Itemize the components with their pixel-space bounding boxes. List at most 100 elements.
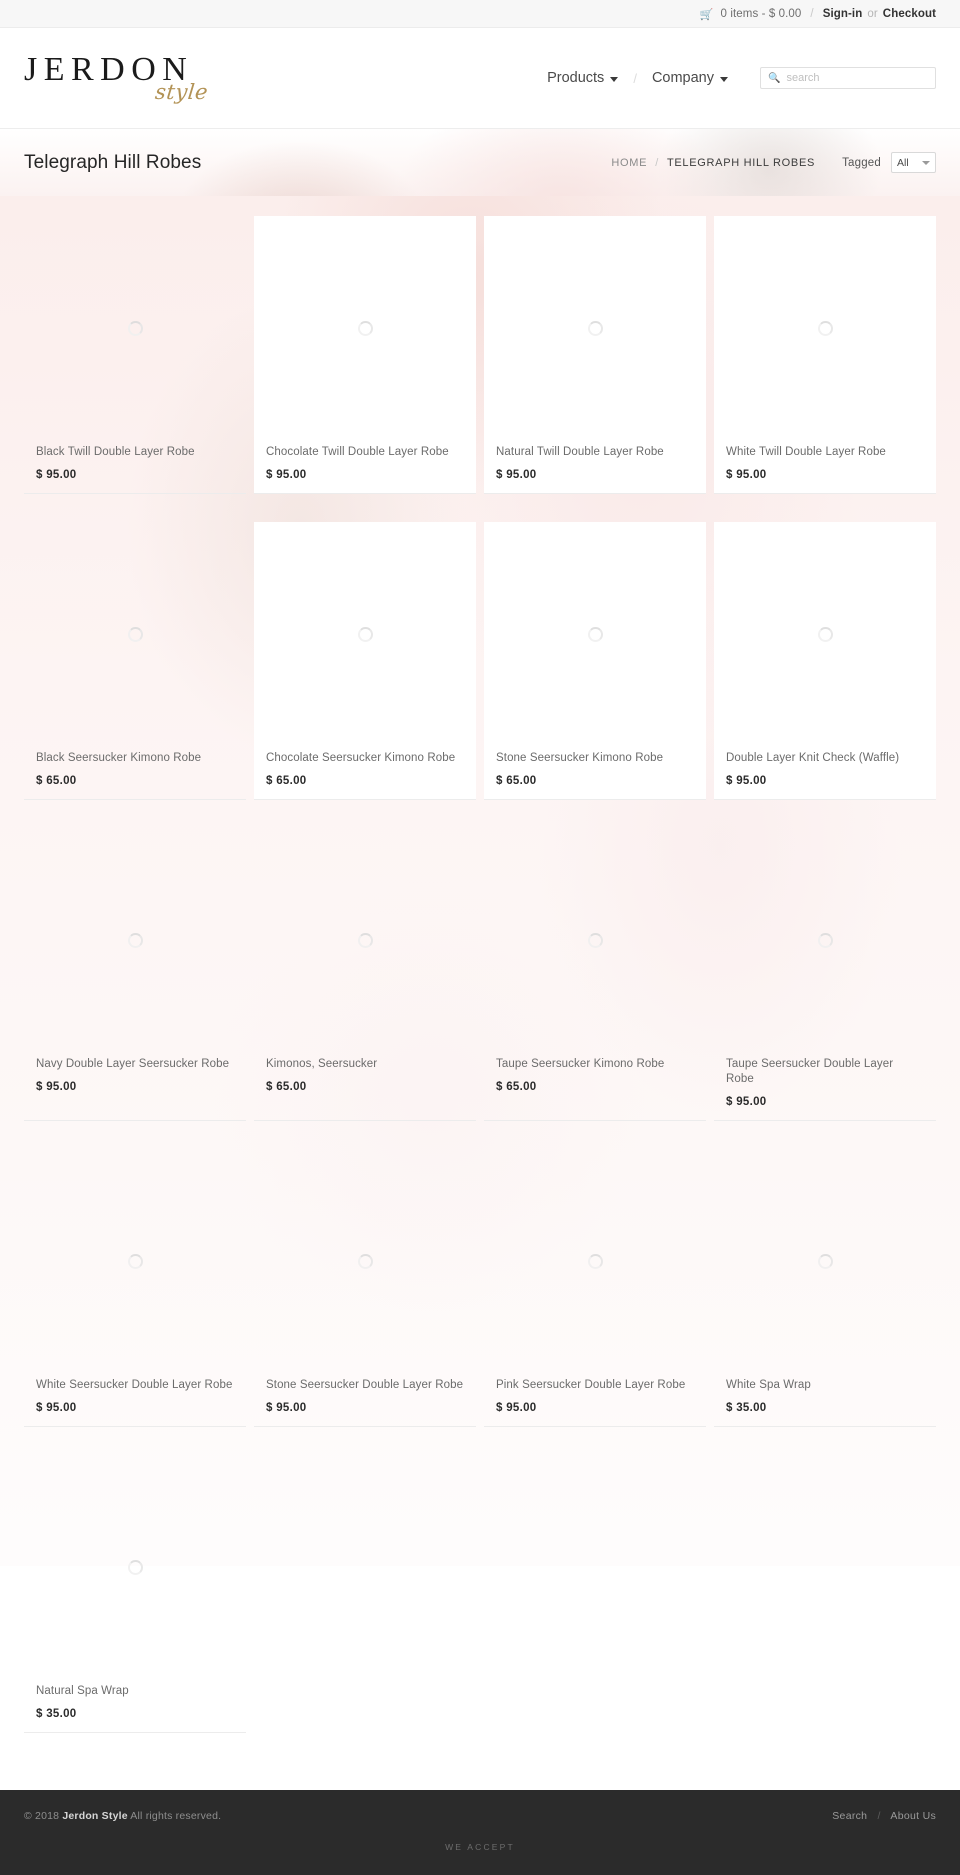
product-card[interactable]: Stone Seersucker Kimono Robe $ 65.00 xyxy=(484,521,706,800)
topbar-separator: / xyxy=(810,7,814,20)
breadcrumb-item-current: TELEGRAPH HILL ROBES xyxy=(666,156,816,169)
product-price: $ 95.00 xyxy=(496,1401,537,1414)
product-image xyxy=(484,828,706,1053)
page-title: Telegraph Hill Robes xyxy=(24,151,202,173)
product-image xyxy=(714,521,936,747)
product-card[interactable]: Chocolate Seersucker Kimono Robe $ 65.00 xyxy=(254,521,476,800)
product-title: Kimonos, Seersucker xyxy=(266,1057,378,1070)
product-title: White Spa Wrap xyxy=(726,1378,811,1391)
product-card[interactable]: Navy Double Layer Seersucker Robe $ 95.0… xyxy=(24,828,246,1121)
product-card[interactable]: Double Layer Knit Check (Waffle) $ 95.00 xyxy=(714,521,936,800)
product-title: White Seersucker Double Layer Robe xyxy=(36,1378,233,1391)
product-card[interactable]: Stone Seersucker Double Layer Robe $ 95.… xyxy=(254,1149,476,1427)
product-price: $ 35.00 xyxy=(726,1401,767,1414)
loading-spinner-icon xyxy=(817,321,833,336)
product-card[interactable]: Black Twill Double Layer Robe $ 95.00 xyxy=(24,216,246,494)
loading-spinner-icon xyxy=(357,626,373,642)
product-title: Natural Twill Double Layer Robe xyxy=(496,446,664,458)
product-image xyxy=(254,521,476,747)
footer-top-row: © 2018 Jerdon Style All rights reserved.… xyxy=(24,1810,936,1822)
product-price: $ 65.00 xyxy=(266,774,307,787)
product-card[interactable]: Kimonos, Seersucker $ 65.00 xyxy=(254,828,476,1121)
product-title: Black Seersucker Kimono Robe xyxy=(36,751,202,764)
loading-spinner-icon xyxy=(817,626,833,642)
product-image xyxy=(254,1149,476,1374)
site-logo[interactable]: JERDON style xyxy=(24,52,234,104)
product-price: $ 95.00 xyxy=(726,774,767,787)
product-price: $ 65.00 xyxy=(496,774,537,787)
main-navigation: Products / Company 🔍 xyxy=(543,67,936,89)
product-image xyxy=(254,216,476,441)
loading-spinner-icon xyxy=(357,321,373,336)
checkout-link[interactable]: Checkout xyxy=(883,8,936,20)
logo-script-style: style xyxy=(154,79,210,104)
product-card[interactable]: Black Seersucker Kimono Robe $ 65.00 xyxy=(24,522,246,800)
product-card[interactable]: White Seersucker Double Layer Robe $ 95.… xyxy=(24,1149,246,1427)
product-card[interactable]: White Spa Wrap $ 35.00 xyxy=(714,1149,936,1427)
breadcrumb: HOME / TELEGRAPH HILL ROBES xyxy=(611,157,815,169)
product-image xyxy=(714,216,936,441)
product-image xyxy=(24,828,246,1053)
product-card[interactable]: Taupe Seersucker Kimono Robe $ 65.00 xyxy=(484,828,706,1121)
product-image xyxy=(24,1149,246,1374)
product-title: Chocolate Seersucker Kimono Robe xyxy=(266,751,456,764)
product-price: $ 65.00 xyxy=(266,1080,307,1093)
product-card[interactable]: Natural Spa Wrap $ 35.00 xyxy=(24,1455,246,1733)
product-image xyxy=(24,1455,246,1680)
product-price: $ 95.00 xyxy=(36,1401,77,1414)
nav-item-company[interactable]: Company xyxy=(648,70,732,86)
product-title: Natural Spa Wrap xyxy=(36,1684,129,1697)
product-title: Pink Seersucker Double Layer Robe xyxy=(496,1378,686,1391)
search-icon: 🔍 xyxy=(768,72,781,84)
loading-spinner-icon xyxy=(587,1253,603,1269)
product-price: $ 95.00 xyxy=(36,1080,77,1093)
product-card[interactable]: Pink Seersucker Double Layer Robe $ 95.0… xyxy=(484,1149,706,1427)
product-card[interactable]: White Twill Double Layer Robe $ 95.00 xyxy=(714,216,936,494)
breadcrumb-separator: / xyxy=(655,156,659,169)
product-card[interactable]: Natural Twill Double Layer Robe $ 95.00 xyxy=(484,216,706,494)
signin-link[interactable]: Sign-in xyxy=(823,8,863,20)
footer-link-about-us[interactable]: About Us xyxy=(890,1810,936,1822)
copyright-suffix: All rights reserved. xyxy=(127,1810,222,1822)
product-grid: Black Twill Double Layer Robe $ 95.00 Ch… xyxy=(24,216,936,1761)
cart-summary[interactable]: 0 items - $ 0.00 xyxy=(721,8,802,20)
product-image xyxy=(714,828,936,1053)
footer-brand: Jerdon Style xyxy=(62,1810,128,1822)
loading-spinner-icon xyxy=(127,1559,143,1575)
product-title: Double Layer Knit Check (Waffle) xyxy=(726,751,900,764)
nav-separator: / xyxy=(633,70,637,86)
product-image xyxy=(24,216,246,441)
product-image xyxy=(484,216,706,441)
loading-spinner-icon xyxy=(817,1253,833,1269)
loading-spinner-icon xyxy=(127,626,143,642)
tag-filter-select[interactable]: All xyxy=(891,152,936,173)
product-image xyxy=(484,1149,706,1374)
chevron-down-icon xyxy=(720,76,728,82)
utility-bar: 🛒 0 items - $ 0.00 / Sign-in or Checkout xyxy=(0,0,960,28)
nav-item-company-label: Company xyxy=(651,70,714,86)
product-title: Stone Seersucker Double Layer Robe xyxy=(266,1378,464,1391)
product-price: $ 65.00 xyxy=(496,1080,537,1093)
tag-filter: Tagged All xyxy=(842,152,936,173)
product-price: $ 95.00 xyxy=(496,468,537,481)
nav-item-products[interactable]: Products xyxy=(543,70,622,86)
product-title: White Twill Double Layer Robe xyxy=(726,446,886,458)
loading-spinner-icon xyxy=(817,932,833,948)
product-price: $ 65.00 xyxy=(36,774,77,787)
tag-filter-value: All xyxy=(897,156,909,169)
search-input[interactable] xyxy=(786,72,928,84)
product-price: $ 95.00 xyxy=(266,468,307,481)
loading-spinner-icon xyxy=(587,321,603,336)
header-search[interactable]: 🔍 xyxy=(760,67,936,89)
product-image xyxy=(714,1149,936,1374)
cart-icon[interactable]: 🛒 xyxy=(700,8,714,21)
loading-spinner-icon xyxy=(587,626,603,642)
loading-spinner-icon xyxy=(357,1253,373,1269)
loading-spinner-icon xyxy=(127,932,143,948)
footer-link-search[interactable]: Search xyxy=(832,1810,867,1822)
product-card[interactable]: Chocolate Twill Double Layer Robe $ 95.0… xyxy=(254,216,476,494)
product-card[interactable]: Taupe Seersucker Double Layer Robe $ 95.… xyxy=(714,828,936,1121)
breadcrumb-item-home[interactable]: HOME xyxy=(611,157,647,169)
loading-spinner-icon xyxy=(127,1253,143,1269)
loading-spinner-icon xyxy=(127,321,143,336)
